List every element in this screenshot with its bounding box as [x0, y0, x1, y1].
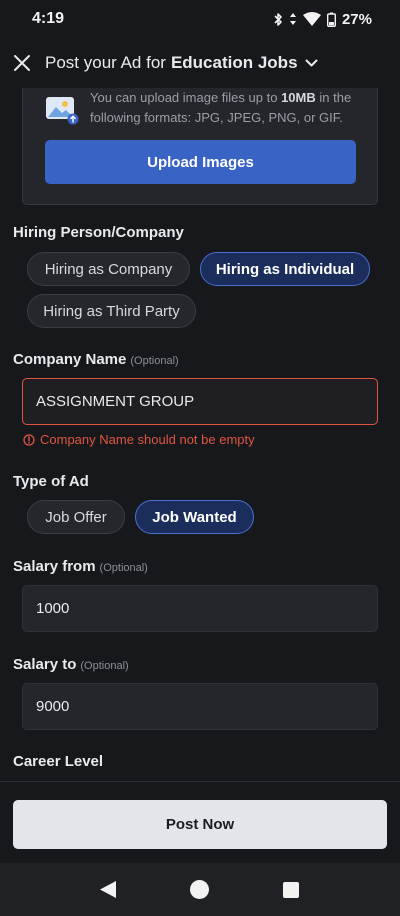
company-name-label: Company Name (Optional): [13, 351, 179, 368]
upload-images-button[interactable]: Upload Images: [45, 140, 356, 184]
hiring-as-company-chip[interactable]: Hiring as Company: [27, 252, 190, 286]
optional-tag: (Optional): [99, 562, 148, 574]
optional-tag: (Optional): [130, 355, 179, 367]
home-icon[interactable]: [190, 880, 209, 899]
status-bar: 4:19 27%: [0, 0, 400, 38]
footer: Post Now: [0, 781, 400, 863]
close-button[interactable]: [11, 52, 33, 74]
company-name-input[interactable]: ASSIGNMENT GROUP: [22, 378, 378, 425]
optional-tag: (Optional): [80, 660, 129, 672]
category-name[interactable]: Education Jobs: [171, 53, 298, 73]
salary-to-label: Salary to (Optional): [13, 656, 129, 673]
category-dropdown[interactable]: [305, 59, 318, 68]
hiring-label: Hiring Person/Company: [13, 224, 184, 241]
bluetooth-icon: [273, 12, 283, 27]
page-title-prefix: Post your Ad for: [45, 53, 166, 72]
hiring-as-individual-chip[interactable]: Hiring as Individual: [200, 252, 370, 286]
back-icon[interactable]: [99, 880, 117, 904]
career-level-label: Career Level: [13, 753, 104, 770]
job-wanted-chip[interactable]: Job Wanted: [135, 500, 254, 534]
salary-to-input[interactable]: 9000: [22, 683, 378, 730]
header: Post your Ad for Education Jobs: [0, 38, 400, 88]
size-limit: 10MB: [281, 90, 316, 105]
system-nav-bar: [0, 863, 400, 916]
form-content[interactable]: You can upload image files up to 10MB in…: [0, 88, 400, 781]
company-name-error: Company Name should not be empty: [23, 432, 255, 447]
job-offer-chip[interactable]: Job Offer: [27, 500, 125, 534]
salary-from-label: Salary from (Optional): [13, 558, 148, 575]
status-icons: 27%: [273, 11, 372, 28]
recent-apps-icon[interactable]: [283, 882, 299, 898]
wifi-icon: [302, 12, 321, 26]
status-time: 4:19: [32, 10, 65, 27]
hiring-as-third-party-chip[interactable]: Hiring as Third Party: [27, 294, 196, 328]
battery-percent: 27%: [341, 10, 372, 28]
data-arrows-icon: [289, 12, 297, 26]
battery-icon: [326, 12, 336, 27]
type-of-ad-label: Type of Ad: [13, 473, 89, 490]
error-icon: [23, 433, 35, 446]
image-upload-card: You can upload image files up to 10MB in…: [22, 88, 378, 205]
post-now-button[interactable]: Post Now: [13, 800, 387, 849]
salary-from-input[interactable]: 1000: [22, 585, 378, 632]
close-icon: [14, 55, 30, 71]
upload-info-text: You can upload image files up to 10MB in…: [90, 90, 352, 125]
image-upload-icon: [45, 95, 79, 130]
chevron-down-icon: [305, 59, 318, 66]
page-title: Post your Ad for Education Jobs: [45, 53, 318, 73]
